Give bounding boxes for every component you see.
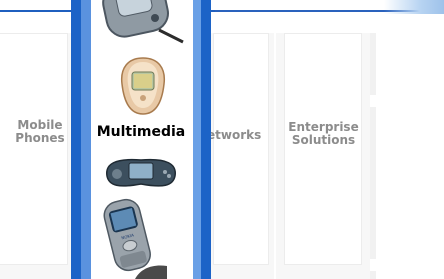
nav-item-networks-label: etworks — [207, 128, 262, 142]
phone-partial-icon — [135, 265, 167, 279]
nav-item-networks-panel — [213, 33, 269, 265]
phone-top-icon — [102, 0, 184, 44]
phone-ngage-icon — [106, 158, 176, 187]
nokia-category-navigation: Mobile Phones etworks Enterprise Solutio… — [0, 0, 444, 279]
nav-item-enterprise-solutions-label: Enterprise Solutions — [288, 120, 359, 147]
nav-item-mobile-phones-panel — [0, 33, 68, 265]
separator-notch — [370, 259, 376, 271]
nav-item-multimedia-label: Multimedia — [96, 124, 186, 140]
nav-item-mobile-phones[interactable]: Mobile Phones — [0, 33, 80, 279]
phone-7600-icon — [120, 57, 166, 115]
nav-item-enterprise-solutions[interactable]: Enterprise Solutions — [276, 33, 371, 279]
header-gradient-corner — [384, 0, 444, 14]
nav-item-multimedia[interactable]: Multimedia NOKIA — [71, 0, 211, 279]
separator-notch — [370, 95, 376, 107]
nav-item-networks[interactable]: etworks — [207, 33, 274, 279]
nav-item-mobile-phones-label: Mobile Phones — [15, 118, 65, 145]
panel-separator — [370, 33, 376, 279]
phone-6600-icon: NOKIA — [103, 198, 151, 272]
nav-item-enterprise-solutions-panel — [284, 33, 362, 265]
